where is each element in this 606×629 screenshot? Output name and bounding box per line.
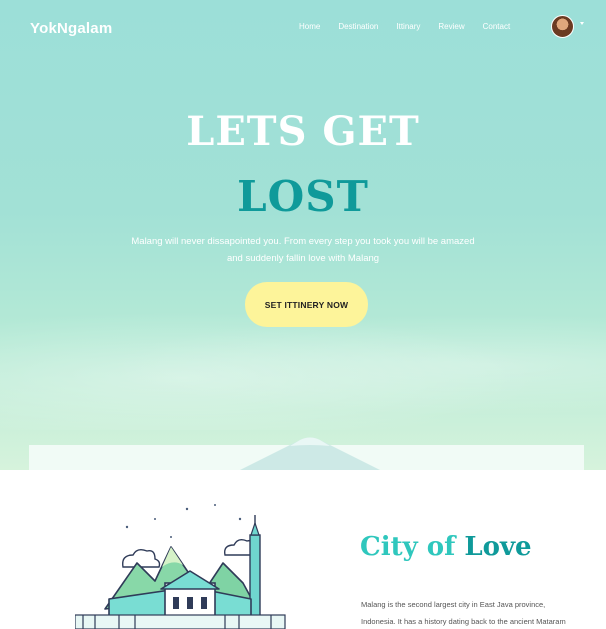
nav-ittinary[interactable]: Ittinary: [387, 22, 429, 31]
hero-title-line1: LETS GET: [186, 108, 420, 155]
section-title-part1: City of: [360, 532, 465, 562]
section-title: City of Love: [360, 532, 532, 562]
nav-destination[interactable]: Destination: [329, 22, 387, 31]
caret-down-icon[interactable]: [580, 22, 584, 25]
section-description: Malang is the second largest city in Eas…: [361, 596, 591, 629]
hero-title-line2: LOST: [237, 172, 369, 221]
nav-contact[interactable]: Contact: [474, 22, 520, 31]
brand-logo[interactable]: YokNgalam: [30, 20, 112, 37]
nav-home[interactable]: Home: [290, 22, 329, 31]
section-desc-line1: Malang is the second largest city in Eas…: [361, 600, 546, 609]
section-title-part2: Love: [464, 532, 532, 562]
hero-subtitle: Malang will never dissapointed you. From…: [100, 233, 506, 267]
mountain-icon: [240, 437, 380, 470]
section-desc-line2: Indonesia. It has a history dating back …: [361, 617, 566, 626]
hero-subtitle-line2: and suddenly fallin love with Malang: [226, 253, 380, 264]
avatar[interactable]: [551, 15, 574, 38]
hero-subtitle-line1: Malang will never dissapointed you. From…: [131, 236, 475, 247]
main-nav: Home Destination Ittinary Review Contact: [290, 22, 519, 31]
nav-review[interactable]: Review: [429, 22, 473, 31]
city-illustration: [75, 504, 286, 629]
set-itinerary-button[interactable]: SET ITTINERY NOW: [245, 282, 368, 327]
